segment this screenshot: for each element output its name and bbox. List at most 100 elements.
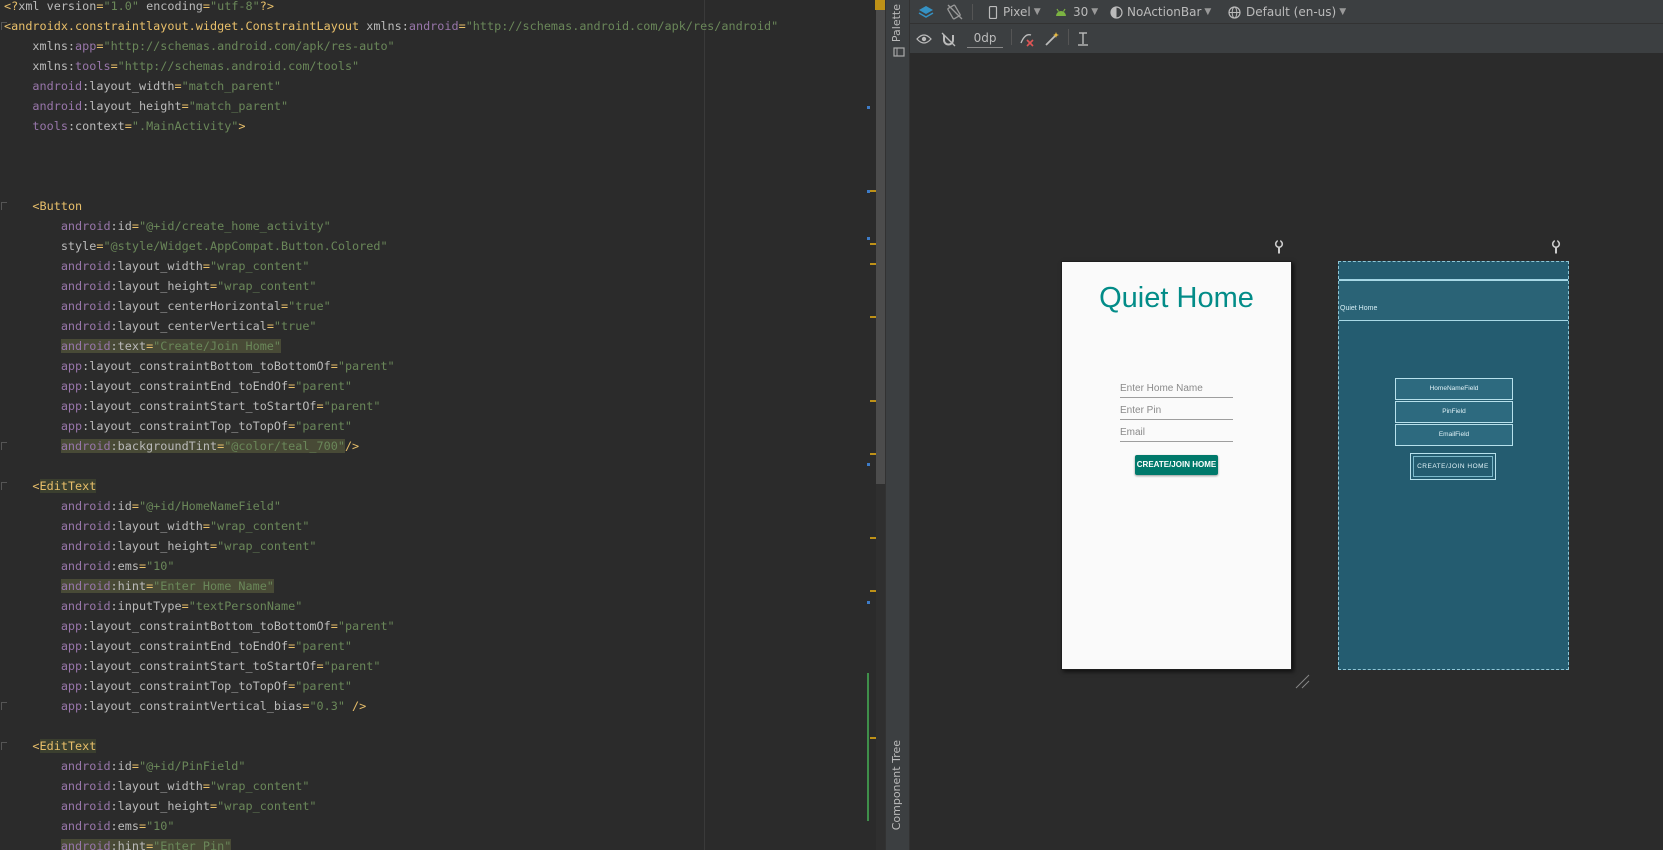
error-stripe[interactable] [862,0,884,850]
code-token: = [330,619,338,633]
code-line[interactable]: tools:context=".MainActivity"> [4,116,245,136]
code-token: "textPersonName" [188,599,303,613]
infer-constraints-button[interactable] [1044,28,1060,50]
device-selector[interactable]: Pixel ▼ [988,1,1041,23]
view-options-button[interactable] [916,28,932,50]
code-line[interactable]: <?xml version="1.0" encoding="utf-8"?> [4,0,274,16]
guidelines-button[interactable] [1076,28,1090,50]
code-line[interactable]: android:ems="10" [4,556,175,576]
fold-marker[interactable] [1,442,7,450]
autoconnect-toggle[interactable] [941,28,956,50]
code-line[interactable]: android:layout_height="wrap_content" [4,276,317,296]
fold-marker[interactable] [1,742,7,750]
palette-tab[interactable]: Palette [890,4,903,42]
code-line[interactable]: <androidx.constraintlayout.widget.Constr… [4,16,778,36]
inspection-status-icon[interactable] [875,0,885,10]
code-token: android [32,99,83,113]
code-line[interactable]: android:layout_width="wrap_content" [4,256,310,276]
clear-constraints-button[interactable] [1019,28,1035,50]
info-marker[interactable] [867,237,870,240]
code-token: < [32,479,40,493]
api-level-selector[interactable]: 30 ▼ [1054,1,1098,23]
code-line[interactable]: app:layout_constraintBottom_toBottomOf="… [4,356,395,376]
code-line[interactable]: app:layout_constraintEnd_toEndOf="parent… [4,376,352,396]
code-line[interactable]: <EditText [4,736,97,756]
code-line[interactable]: android:hint="Enter Pin" [4,836,232,850]
wrench-icon[interactable] [1274,240,1284,254]
blueprint-title-view[interactable]: Quiet Home [1339,280,1568,321]
default-margin-field[interactable]: 0dp [967,29,1003,48]
orientation-button[interactable] [946,1,964,23]
code-token: android [60,579,111,593]
code-token: android [60,819,111,833]
code-line[interactable]: app:layout_constraintStart_toStartOf="pa… [4,656,381,676]
locale-selector[interactable]: Default (en-us) ▼ [1228,1,1346,23]
code-line[interactable]: android:layout_width="match_parent" [4,76,281,96]
code-editor[interactable]: <?xml version="1.0" encoding="utf-8"?> <a… [0,0,885,850]
wrench-icon[interactable] [1551,240,1561,254]
code-line[interactable]: android:layout_centerHorizontal="true" [4,296,331,316]
pin-field[interactable]: Enter Pin [1120,400,1233,420]
fold-marker[interactable] [1,482,7,490]
code-line[interactable]: android:inputType="textPersonName" [4,596,303,616]
blueprint-pin-field[interactable]: PinField [1395,401,1513,423]
resize-handle-icon[interactable] [1294,673,1310,689]
app-title[interactable]: Quiet Home [1062,282,1291,315]
design-preview[interactable]: Quiet Home Enter Home Name Enter Pin Ema… [1061,261,1292,670]
code-line[interactable]: android:hint="Enter Home Name" [4,576,274,596]
info-marker[interactable] [867,601,870,604]
code-line[interactable]: android:layout_height="wrap_content" [4,796,317,816]
blueprint-home-name-field[interactable]: HomeNameField [1395,378,1513,400]
code-token: android [60,319,111,333]
blueprint-create-join-button[interactable]: CREATE/JOIN HOME [1410,453,1496,480]
code-token: "utf-8" [210,0,260,13]
email-field[interactable]: Email [1120,422,1233,442]
code-line[interactable]: style="@style/Widget.AppCompat.Button.Co… [4,236,388,256]
code-line[interactable]: android:backgroundTint="@color/teal_700"… [4,436,359,456]
code-token: "true" [288,299,331,313]
blueprint-email-field[interactable]: EmailField [1395,424,1513,446]
code-token: xml version [18,0,97,13]
fold-marker[interactable] [1,702,7,710]
code-line[interactable]: app:layout_constraintEnd_toEndOf="parent… [4,636,352,656]
code-line[interactable]: app:layout_constraintTop_toTopOf="parent… [4,416,352,436]
home-name-field[interactable]: Enter Home Name [1120,378,1233,398]
code-line[interactable]: android:id="@+id/create_home_activity" [4,216,331,236]
code-token: app [60,359,83,373]
code-line[interactable]: android:ems="10" [4,816,175,836]
code-line[interactable]: xmlns:app="http://schemas.android.com/ap… [4,36,394,56]
info-marker[interactable] [867,190,870,193]
create-join-home-button[interactable]: CREATE/JOIN HOME [1135,455,1218,475]
code-line[interactable]: app:layout_constraintBottom_toBottomOf="… [4,616,395,636]
code-line[interactable]: app:layout_constraintVertical_bias="0.3"… [4,696,366,716]
code-line[interactable]: app:layout_constraintTop_toTopOf="parent… [4,676,352,696]
info-marker[interactable] [867,463,870,466]
code-line[interactable]: android:layout_width="wrap_content" [4,776,310,796]
code-line[interactable]: android:id="@+id/PinField" [4,756,246,776]
code-token: = [458,19,466,33]
fold-marker[interactable] [1,202,7,210]
layers-button[interactable] [918,1,934,23]
code-line[interactable]: app:layout_constraintStart_toStartOf="pa… [4,396,381,416]
code-line[interactable]: android:layout_height="wrap_content" [4,536,317,556]
component-tree-tab[interactable]: Component Tree [890,740,903,830]
theme-selector[interactable]: NoActionBar ▼ [1110,1,1211,23]
blueprint-preview[interactable]: Quiet Home HomeNameField PinField EmailF… [1338,261,1569,670]
code-line[interactable]: <Button [4,196,82,216]
scrollbar-thumb[interactable] [876,10,885,484]
android-icon [1056,8,1066,16]
code-line[interactable]: <EditText [4,476,97,496]
info-marker[interactable] [867,106,870,109]
fold-marker[interactable] [1,22,7,30]
code-line[interactable]: xmlns:tools="http://schemas.android.com/… [4,56,359,76]
code-line[interactable]: android:text="Create/Join Home" [4,336,282,356]
code-line[interactable]: android:layout_width="wrap_content" [4,516,310,536]
code-line[interactable]: android:layout_height="match_parent" [4,96,288,116]
code-line[interactable]: android:id="@+id/HomeNameField" [4,496,281,516]
code-line[interactable]: android:layout_centerVertical="true" [4,316,317,336]
design-canvas[interactable]: Quiet Home Enter Home Name Enter Pin Ema… [910,55,1663,850]
